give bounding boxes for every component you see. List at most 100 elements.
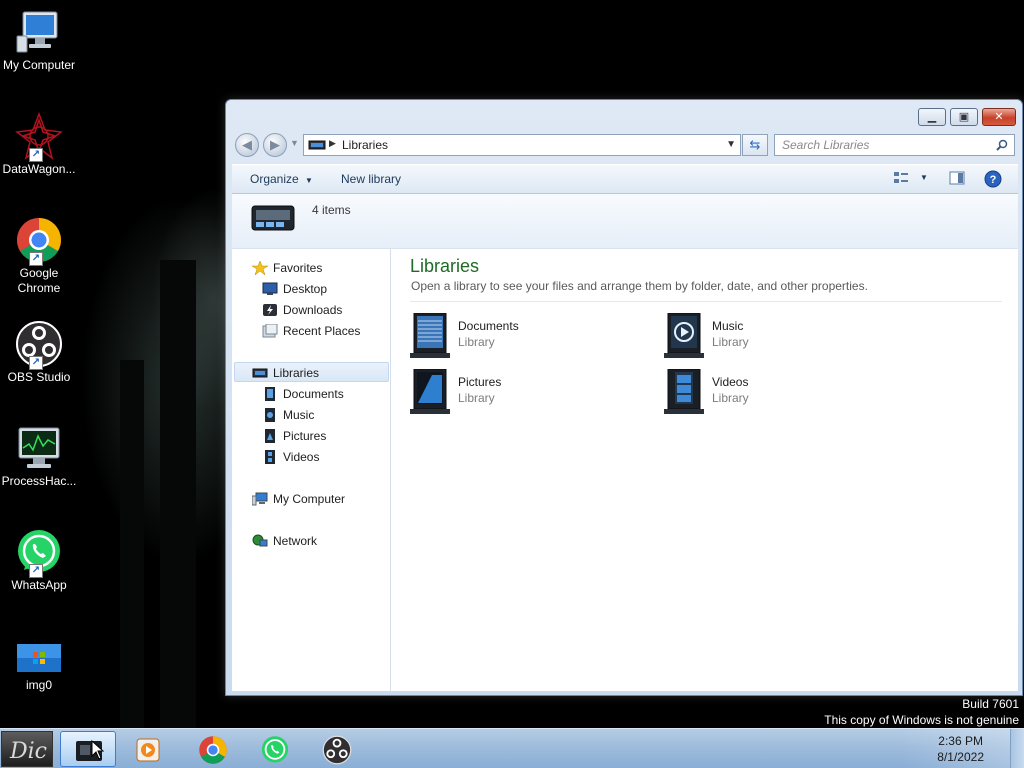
process-monitor-icon: [15, 424, 63, 472]
desktop-icon: [262, 282, 278, 295]
back-button[interactable]: ◀: [235, 133, 259, 157]
pictures-library-icon: [410, 369, 450, 414]
maximize-button[interactable]: ▣: [950, 108, 978, 126]
nav-music[interactable]: Music: [261, 405, 314, 425]
address-bar[interactable]: ▶ Libraries ▼: [303, 134, 741, 156]
nav-libraries[interactable]: Libraries: [234, 362, 389, 382]
nav-label: Downloads: [283, 303, 343, 317]
nav-label: Desktop: [283, 282, 328, 296]
library-name: Pictures: [458, 375, 502, 389]
desktop-icon-google-chrome[interactable]: ↗ Google Chrome: [0, 216, 78, 296]
library-videos[interactable]: Videos Library: [658, 367, 888, 415]
command-bar: Organize ▼ New library ▼ ?: [232, 164, 1018, 194]
chevron-down-icon: ▼: [920, 173, 928, 182]
library-view: Libraries Open a library to see your fil…: [392, 249, 1018, 692]
chevron-down-icon: ▼: [305, 176, 313, 185]
nav-label: Documents: [283, 387, 344, 401]
taskbar-whatsapp[interactable]: [247, 731, 303, 767]
tree-silhouette: [120, 360, 144, 728]
address-dropdown-icon[interactable]: ▼: [726, 139, 736, 150]
computer-icon: [252, 492, 268, 506]
desktop-icon-whatsapp[interactable]: ↗ WhatsApp: [0, 528, 78, 593]
refresh-icon: ⇆: [749, 137, 761, 152]
pictures-icon: [265, 429, 275, 443]
nav-pictures[interactable]: Pictures: [261, 426, 326, 446]
documents-icon: [265, 387, 275, 401]
recent-pages-button[interactable]: ▼: [290, 138, 299, 148]
search-placeholder: Search Libraries: [782, 138, 870, 152]
libraries-large-icon: [251, 205, 295, 231]
details-pane: 4 items: [232, 194, 1018, 248]
library-music[interactable]: Music Library: [658, 311, 888, 359]
music-library-icon: [664, 313, 704, 358]
nav-recent-places[interactable]: Recent Places: [261, 321, 360, 341]
desktop-icon-obs-studio[interactable]: ↗ OBS Studio: [0, 320, 78, 385]
desktop-icon-label: Google Chrome: [17, 266, 61, 295]
chrome-icon: ↗: [15, 216, 63, 266]
navigation-pane: Favorites Desktop Downloads Recent Place…: [232, 249, 391, 692]
start-button[interactable]: Dic: [1, 731, 53, 767]
nav-downloads[interactable]: Downloads: [261, 300, 342, 320]
minimize-button[interactable]: ▁: [918, 108, 946, 126]
music-icon: [265, 408, 275, 422]
shortcut-arrow-icon: ↗: [29, 356, 43, 370]
library-name: Videos: [712, 375, 749, 389]
desktop-icon-processhacker[interactable]: ProcessHac...: [0, 424, 78, 489]
new-library-button[interactable]: New library: [341, 172, 401, 186]
refresh-button[interactable]: ⇆: [742, 134, 768, 156]
desktop-icon-my-computer[interactable]: My Computer: [0, 8, 78, 73]
nav-documents[interactable]: Documents: [261, 384, 344, 404]
nav-network[interactable]: Network: [251, 531, 317, 551]
view-dropdown-button[interactable]: ▼: [920, 173, 928, 182]
desktop-icon-label: ProcessHac...: [1, 474, 77, 488]
desktop-icon-datawagon[interactable]: ↗ DataWagon...: [0, 111, 78, 177]
star-icon: [252, 261, 268, 275]
genuine-notice: This copy of Windows is not genuine: [824, 713, 1019, 727]
library-documents[interactable]: Documents Library: [404, 311, 634, 359]
divider: [410, 301, 1002, 302]
nav-label: Favorites: [273, 261, 323, 275]
nav-label: Videos: [283, 450, 320, 464]
taskbar-media-player[interactable]: [121, 731, 177, 767]
nav-videos[interactable]: Videos: [261, 447, 319, 467]
nav-favorites[interactable]: Favorites: [251, 258, 322, 278]
taskbar-chrome[interactable]: [185, 731, 241, 767]
clock-time: 2:36 PM: [938, 734, 983, 748]
help-button[interactable]: ?: [984, 170, 1002, 191]
svg-text:Dic: Dic: [9, 739, 47, 764]
nav-my-computer[interactable]: My Computer: [251, 489, 345, 509]
taskbar-obs[interactable]: [309, 731, 365, 767]
organize-button[interactable]: Organize ▼: [250, 172, 313, 186]
change-view-button[interactable]: [893, 171, 909, 188]
preview-pane-button[interactable]: [949, 171, 965, 188]
forward-button[interactable]: ▶: [263, 133, 287, 157]
item-count: 4 items: [312, 203, 351, 217]
shortcut-arrow-icon: ↗: [29, 564, 43, 578]
library-pictures[interactable]: Pictures Library: [404, 367, 634, 415]
shortcut-arrow-icon: ↗: [29, 252, 43, 266]
nav-desktop[interactable]: Desktop: [261, 279, 327, 299]
taskbar-explorer[interactable]: [60, 731, 116, 767]
forward-arrow-icon: ▶: [270, 137, 280, 152]
explorer-window[interactable]: ▁ ▣ ✕ ◀ ▶ ▼ ▶ Libraries ▼ ⇆ Search Libra…: [225, 99, 1023, 696]
organize-label: Organize: [250, 172, 299, 186]
breadcrumb-libraries[interactable]: Libraries: [342, 138, 388, 152]
start-orb-icon: Dic: [9, 739, 47, 764]
desktop-icon-img0[interactable]: img0: [0, 640, 78, 693]
search-icon: [996, 139, 1008, 151]
whatsapp-icon: [261, 736, 289, 763]
clock-date: 8/1/2022: [937, 750, 984, 764]
system-clock[interactable]: 2:36 PM 8/1/2022: [937, 733, 984, 765]
desktop-icon-label: My Computer: [2, 58, 76, 72]
library-name: Music: [712, 319, 744, 333]
breadcrumb-separator-icon: ▶: [329, 138, 336, 148]
chrome-icon: [199, 736, 227, 764]
show-desktop-button[interactable]: [1010, 729, 1024, 768]
image-file-icon: [15, 640, 63, 676]
search-input[interactable]: Search Libraries: [774, 134, 1015, 156]
obs-icon: [322, 735, 352, 765]
mouse-cursor-icon: [91, 740, 105, 760]
maximize-icon: ▣: [958, 111, 970, 123]
close-button[interactable]: ✕: [982, 108, 1016, 126]
preview-pane-icon: [949, 171, 965, 185]
